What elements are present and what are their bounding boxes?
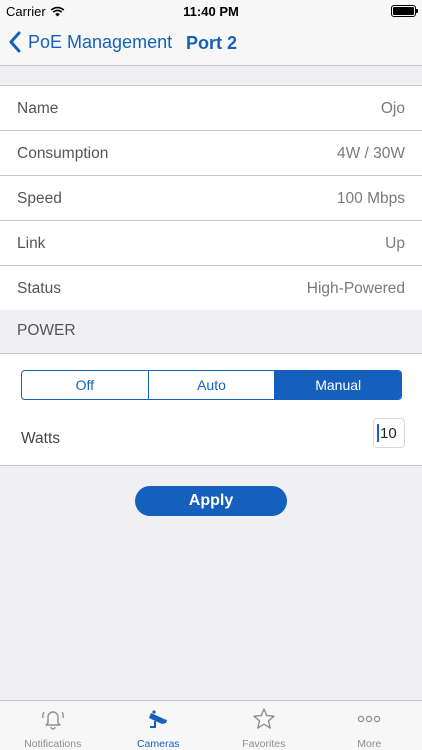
info-row-name: Name Ojo xyxy=(0,86,422,131)
camera-icon xyxy=(149,710,168,728)
info-key: Name xyxy=(17,100,59,117)
power-panel: Off Auto Manual Watts xyxy=(0,354,422,466)
bell-icon xyxy=(41,711,64,730)
clock: 11:40 PM xyxy=(183,4,239,19)
info-value: Up xyxy=(385,235,405,252)
tab-bar: Notifications Cameras Favorites More xyxy=(0,700,422,750)
apply-button[interactable]: Apply xyxy=(135,486,287,516)
text-caret xyxy=(377,424,379,442)
tab-more[interactable]: More xyxy=(317,701,422,750)
info-value: 4W / 30W xyxy=(336,145,405,162)
chevron-left-icon xyxy=(9,31,21,53)
back-button-label: PoE Management xyxy=(28,31,173,52)
info-value: High-Powered xyxy=(306,280,405,297)
tab-cameras[interactable]: Cameras xyxy=(106,701,212,750)
segment-auto[interactable]: Auto xyxy=(149,371,276,399)
star-icon xyxy=(253,708,275,729)
info-row-status: Status High-Powered xyxy=(0,266,422,311)
navigation-bar: PoE Management Port 2 xyxy=(0,22,422,66)
tab-label: Cameras xyxy=(136,738,180,750)
more-icon xyxy=(358,715,381,723)
tab-favorites[interactable]: Favorites xyxy=(211,701,317,750)
info-key: Status xyxy=(17,280,61,297)
page-title: Port 2 xyxy=(186,33,238,53)
info-row-link: Link Up xyxy=(0,221,422,266)
power-section-header: POWER xyxy=(0,310,422,354)
tab-label: More xyxy=(357,738,382,750)
info-key: Link xyxy=(17,235,46,252)
segment-off[interactable]: Off xyxy=(22,371,149,399)
tab-label: Notifications xyxy=(24,738,82,750)
status-bar: Carrier 11:40 PM xyxy=(0,0,422,22)
tab-label: Favorites xyxy=(242,738,286,750)
battery-icon xyxy=(391,5,418,17)
back-button[interactable]: PoE Management xyxy=(8,31,172,53)
info-row-speed: Speed 100 Mbps xyxy=(0,176,422,221)
info-key: Speed xyxy=(17,190,62,207)
segment-manual[interactable]: Manual xyxy=(275,371,401,399)
section-spacer xyxy=(0,66,422,86)
power-mode-segmented-control: Off Auto Manual xyxy=(21,370,402,400)
tab-notifications[interactable]: Notifications xyxy=(0,701,106,750)
info-row-consumption: Consumption 4W / 30W xyxy=(0,131,422,176)
section-title: POWER xyxy=(17,322,76,339)
info-value: 100 Mbps xyxy=(336,190,405,207)
watts-label: Watts xyxy=(21,430,61,447)
port-info-list: Name Ojo Consumption 4W / 30W Speed 100 … xyxy=(0,86,422,311)
info-value: Ojo xyxy=(380,100,405,117)
info-key: Consumption xyxy=(17,145,109,162)
